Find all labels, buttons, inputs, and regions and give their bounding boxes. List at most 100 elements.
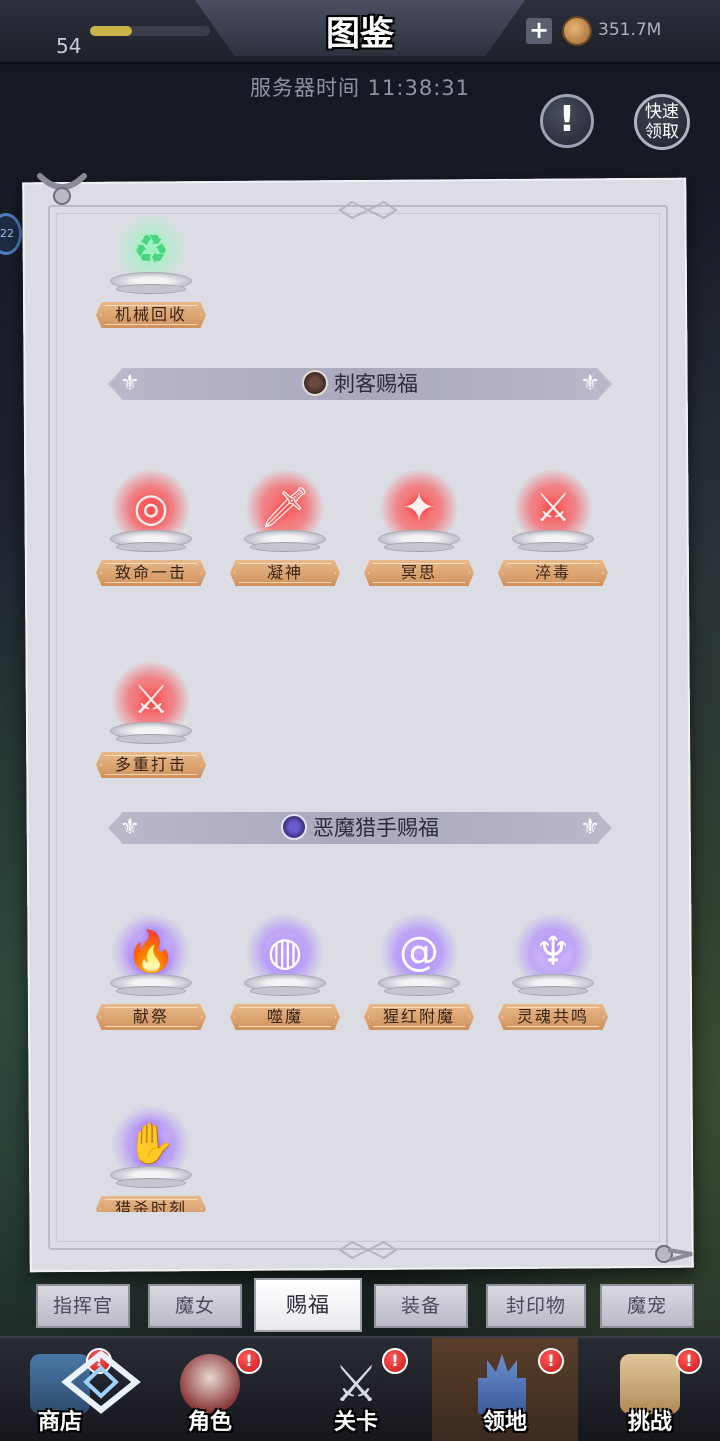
tab-pet[interactable]: 魔宠 <box>600 1284 694 1328</box>
item-label: 献祭 <box>96 1004 206 1030</box>
server-time: 服务器时间 11:38:31 <box>250 76 470 100</box>
item-label-text: 猩红附魔 <box>382 1007 455 1026</box>
spirit-tower-icon: ♆ <box>535 929 571 975</box>
section-title-wrap: 恶魔猎手赐福 <box>108 814 612 842</box>
item-label-text: 冥思 <box>400 563 437 582</box>
item-label: 冥思 <box>364 560 474 586</box>
blessing-item[interactable]: ⚔ 多重打击 <box>96 656 206 786</box>
fleur-icon: ⚜ <box>580 371 600 396</box>
item-label: 凝神 <box>230 560 340 586</box>
quick-claim-label: 快速领取 <box>645 102 679 142</box>
item-label-text: 灵魂共鸣 <box>516 1007 589 1026</box>
item-pedestal-base <box>250 986 320 996</box>
target-icon: ◎ <box>133 485 169 531</box>
item-pedestal-base <box>518 986 588 996</box>
section-title-wrap: 刺客赐福 <box>108 370 612 398</box>
alert-badge-icon: ! <box>676 1348 702 1374</box>
item-pedestal-base <box>116 734 186 744</box>
nav-character[interactable]: ! 角色 <box>150 1338 270 1441</box>
item-pedestal-base <box>116 986 186 996</box>
blessing-item[interactable]: ◍ 噬魔 <box>230 908 340 1038</box>
nav-territory[interactable]: ! 领地 <box>432 1338 578 1441</box>
shuriken-icon: ✦ <box>402 485 436 531</box>
item-label-text: 多重打击 <box>114 755 187 774</box>
coin-icon <box>562 16 592 46</box>
nav-label: 领地 <box>482 1410 527 1435</box>
item-label-text: 致命一击 <box>114 563 187 582</box>
demon-hunter-class-icon <box>281 814 307 840</box>
xp-bar <box>90 26 210 36</box>
kunai-icon: 🗡 <box>259 485 311 531</box>
blessing-item[interactable]: @ 猩红附魔 <box>364 908 474 1038</box>
game-logo-icon <box>61 1350 141 1414</box>
item-pedestal-base <box>384 542 454 552</box>
nav-label: 角色 <box>187 1410 232 1435</box>
blessing-item[interactable]: ♆ 灵魂共鸣 <box>498 908 608 1038</box>
xp-bar-fill <box>90 26 132 36</box>
category-tabs: 指挥官 魔女 赐福 装备 封印物 魔宠 <box>30 1278 700 1336</box>
blessing-item[interactable]: ♻ 机械回收 <box>96 216 206 336</box>
section-title: 恶魔猎手赐福 <box>313 816 439 840</box>
item-label: 多重打击 <box>96 752 206 778</box>
item-label-text: 噬魔 <box>266 1007 303 1026</box>
item-pedestal-base <box>250 542 320 552</box>
player-level: 54 <box>56 34 82 58</box>
orb-slash-icon: ◍ <box>267 929 303 975</box>
item-label: 淬毒 <box>498 560 608 586</box>
section-title: 刺客赐福 <box>334 372 418 396</box>
paper-clip-icon <box>655 1245 693 1263</box>
multi-sword-icon: ⚔ <box>133 677 169 723</box>
blessing-item[interactable]: ◎ 致命一击 <box>96 464 206 594</box>
add-currency-button[interactable]: + <box>526 18 552 44</box>
nav-label: 关卡 <box>333 1410 378 1435</box>
item-label-text: 猎杀时刻 <box>114 1199 187 1212</box>
tab-commander[interactable]: 指挥官 <box>36 1284 130 1328</box>
alert-badge-icon: ! <box>382 1348 408 1374</box>
item-label: 致命一击 <box>96 560 206 586</box>
hand-glow-icon: ✋ <box>126 1121 176 1167</box>
flame-icon: 🔥 <box>126 929 176 975</box>
item-label: 灵魂共鸣 <box>498 1004 608 1030</box>
blessing-item[interactable]: 🔥 献祭 <box>96 908 206 1038</box>
section-header-demon-hunter: ⚜ 恶魔猎手赐福 ⚜ <box>108 812 612 844</box>
item-label-text: 机械回收 <box>114 305 187 324</box>
blessing-item[interactable]: 🗡 凝神 <box>230 464 340 594</box>
blessing-item[interactable]: ✋ 猎杀时刻 <box>96 1100 206 1212</box>
tab-blessing[interactable]: 赐福 <box>254 1278 362 1332</box>
item-label-text: 淬毒 <box>534 563 571 582</box>
quick-claim-button[interactable]: 快速领取 <box>634 94 690 150</box>
blessing-item[interactable]: ✦ 冥思 <box>364 464 474 594</box>
blessing-item[interactable]: ⚔ 淬毒 <box>498 464 608 594</box>
item-pedestal-base <box>116 284 186 294</box>
currency-amount: 351.7M <box>598 20 662 40</box>
alert-badge-icon: ! <box>236 1348 262 1374</box>
nav-label: 挑战 <box>627 1410 672 1435</box>
nav-challenge[interactable]: ! 挑战 <box>590 1338 710 1441</box>
tab-witch[interactable]: 魔女 <box>148 1284 242 1328</box>
item-pedestal-base <box>116 1178 186 1188</box>
item-label-text: 献祭 <box>132 1007 169 1026</box>
section-header-assassin: ⚜ 刺客赐福 ⚜ <box>108 368 612 400</box>
tab-equipment[interactable]: 装备 <box>374 1284 468 1328</box>
item-pedestal-base <box>116 542 186 552</box>
vortex-icon: @ <box>399 929 439 975</box>
recycle-icon: ♻ <box>133 227 169 273</box>
exclamation-icon: ! <box>558 99 576 140</box>
fleur-icon: ⚜ <box>580 815 600 840</box>
codex-scroll-area[interactable]: ♻ 机械回收 ⚜ 刺客赐福 ⚜ ◎ 致命一击 🗡 凝神 ✦ 冥思 ⚔ 淬毒 ⚔ … <box>60 216 660 1212</box>
poison-dagger-icon: ⚔ <box>535 485 571 531</box>
ornament-icon <box>338 1240 398 1260</box>
paper-clip-icon <box>37 173 87 205</box>
item-label: 噬魔 <box>230 1004 340 1030</box>
item-label: 猩红附魔 <box>364 1004 474 1030</box>
nav-stage[interactable]: ⚔ ! 关卡 <box>296 1338 416 1441</box>
tab-seal[interactable]: 封印物 <box>486 1284 586 1328</box>
item-pedestal-base <box>518 542 588 552</box>
assassin-class-icon <box>302 370 328 396</box>
item-pedestal-base <box>384 986 454 996</box>
item-label: 猎杀时刻 <box>96 1196 206 1212</box>
notice-button[interactable]: ! <box>540 94 594 148</box>
item-label-text: 凝神 <box>266 563 303 582</box>
item-label: 机械回收 <box>96 302 206 328</box>
alert-badge-icon: ! <box>538 1348 564 1374</box>
